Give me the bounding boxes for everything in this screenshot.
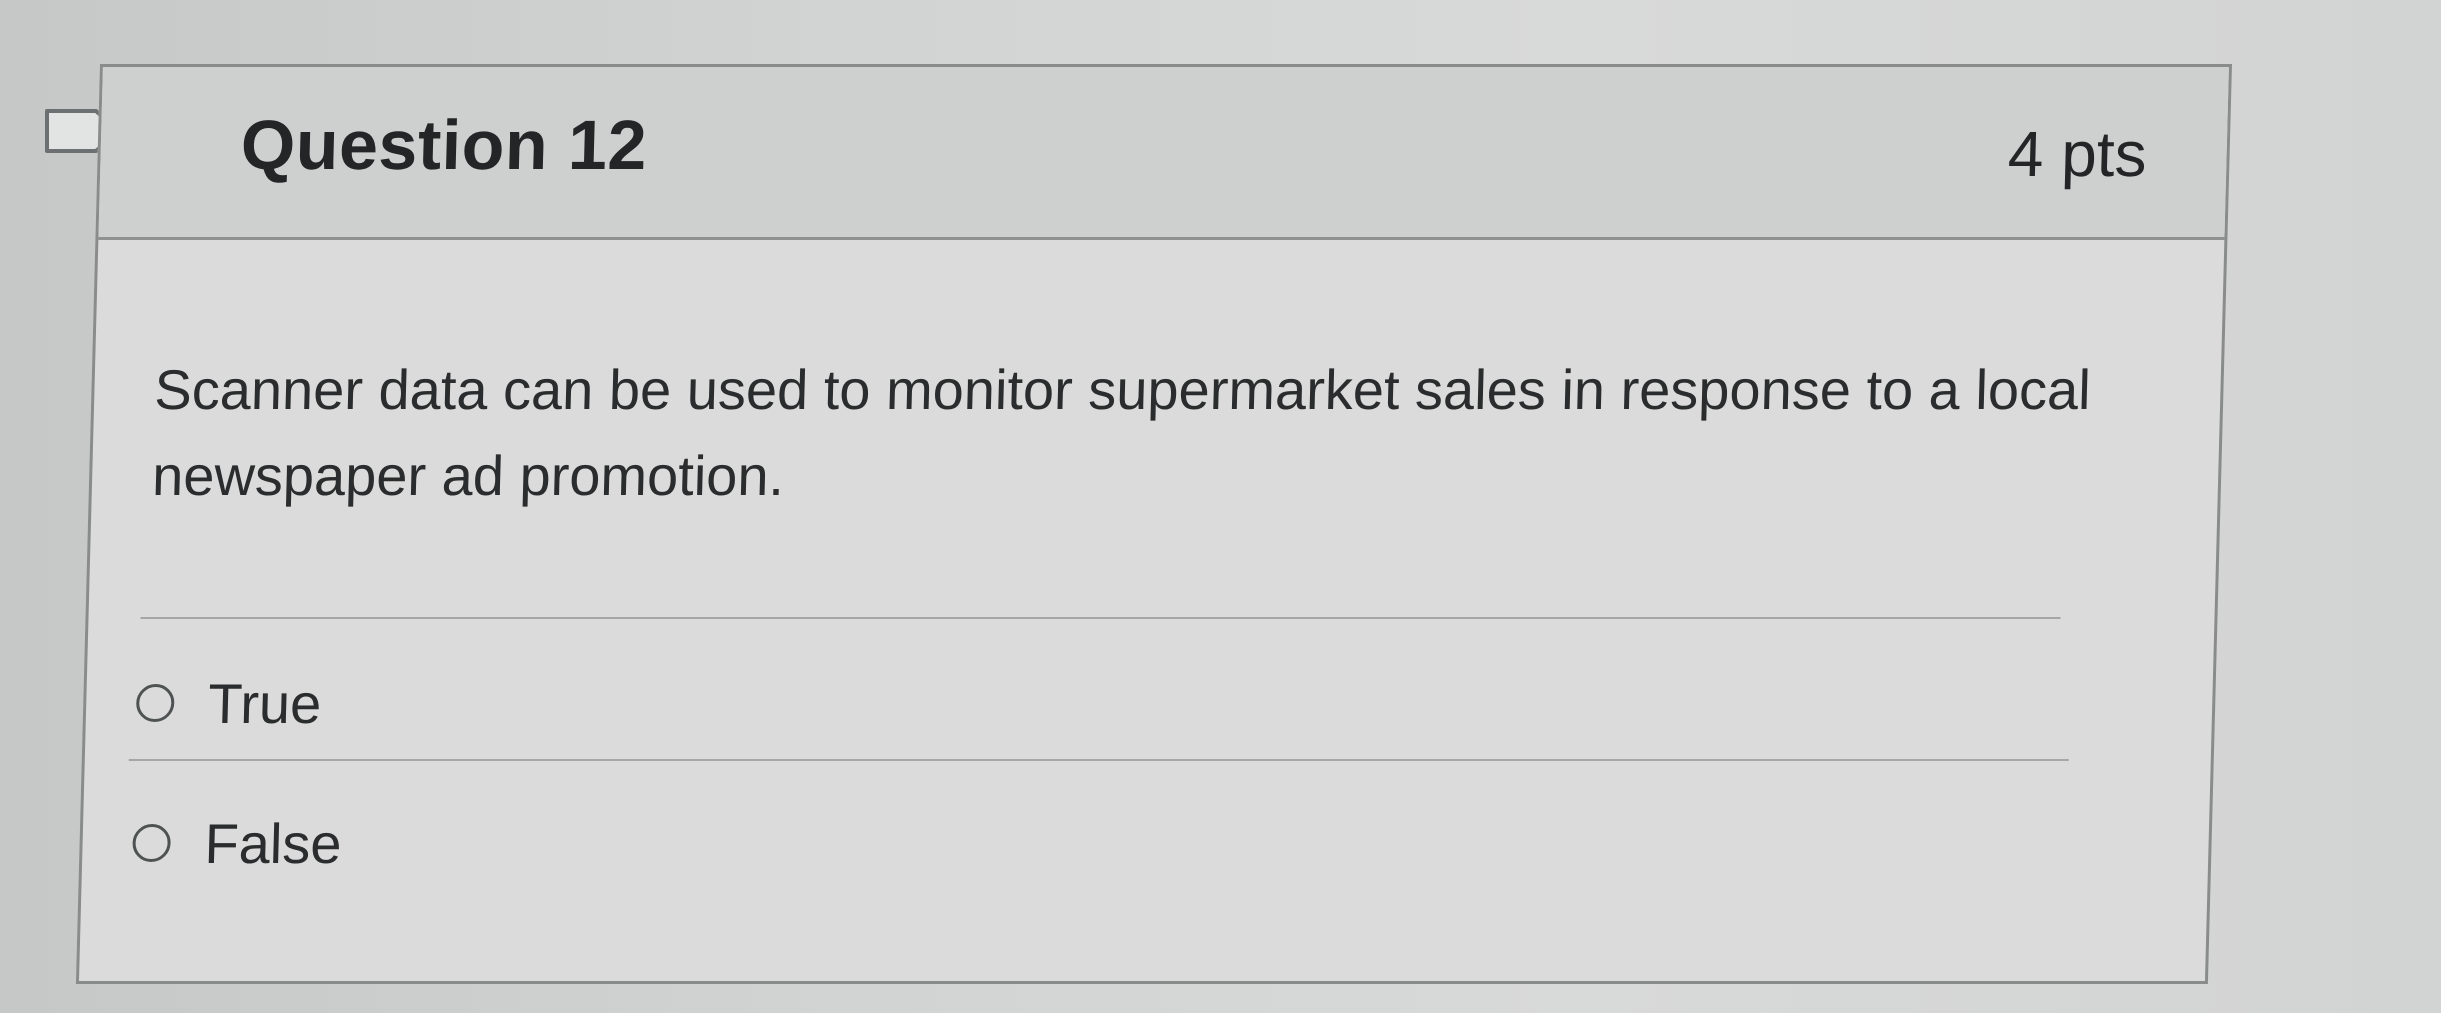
radio-empty-icon[interactable]: [135, 684, 175, 722]
answers-divider-middle: [128, 759, 2069, 761]
answer-label-true: True: [207, 671, 323, 735]
answer-option-true[interactable]: True: [135, 663, 322, 743]
question-header: Question 12 4 pts: [98, 67, 2229, 240]
answer-label-false: False: [203, 811, 343, 875]
question-title: Question 12: [239, 106, 649, 184]
question-points: 4 pts: [2006, 118, 2148, 190]
question-text: Scanner data can be used to monitor supe…: [151, 358, 2092, 507]
question-card: Question 12 4 pts Scanner data can be us…: [75, 64, 2233, 984]
answer-option-false[interactable]: False: [132, 803, 343, 883]
answers-divider-top: [140, 617, 2061, 619]
radio-empty-icon[interactable]: [132, 824, 172, 862]
